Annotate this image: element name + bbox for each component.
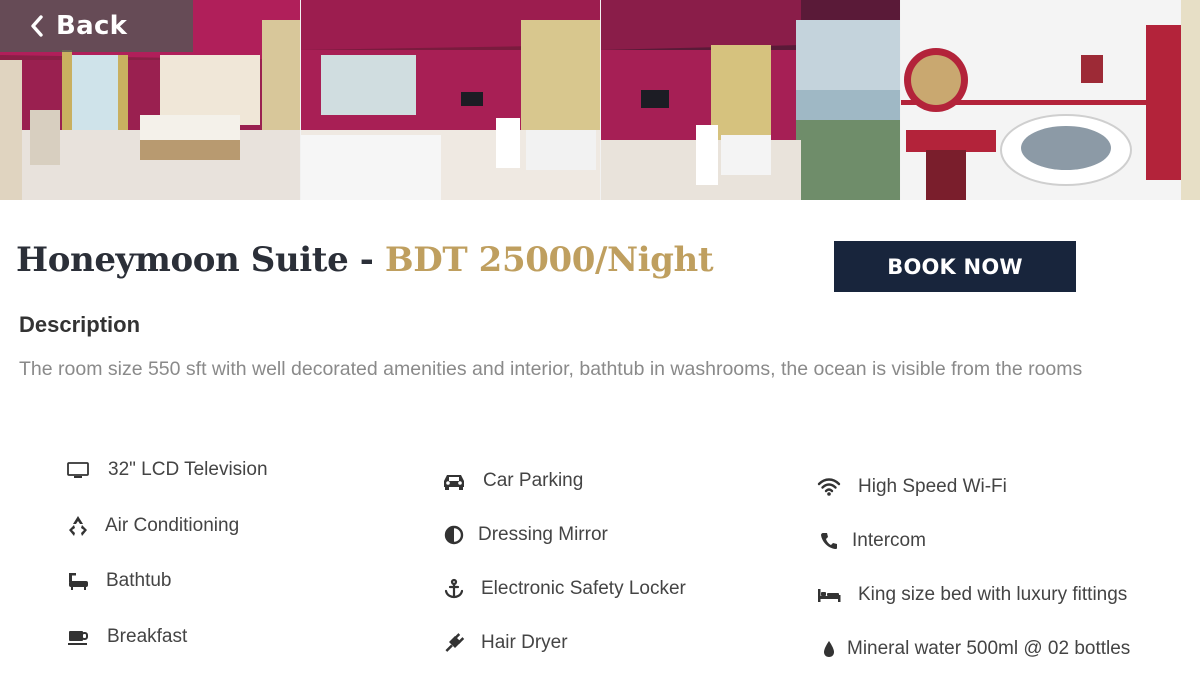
- amenity-label: Intercom: [852, 530, 926, 551]
- bathtub-icon: [66, 569, 90, 593]
- amenity-label: Air Conditioning: [105, 515, 240, 536]
- bed-icon: [817, 583, 841, 607]
- book-now-button[interactable]: BOOK NOW: [834, 241, 1076, 292]
- room-price: BDT 25000/Night: [384, 240, 714, 280]
- amenity-item: Car Parking: [442, 467, 583, 495]
- water-drop-icon: [817, 637, 841, 661]
- room-name: Honeymoon Suite: [16, 240, 349, 280]
- amenity-label: Bathtub: [106, 570, 172, 591]
- amenity-item: Dressing Mirror: [442, 521, 608, 549]
- wifi-icon: [817, 475, 841, 499]
- amenity-label: Mineral water 500ml @ 02 bottles: [847, 638, 1131, 659]
- amenity-label: Electronic Safety Locker: [481, 578, 686, 599]
- amenity-item: Mineral water 500ml @ 02 bottles: [817, 635, 1130, 663]
- description-text: The room size 550 sft with well decorate…: [19, 358, 1083, 380]
- tv-icon: [66, 458, 90, 482]
- recycle-icon: [66, 514, 90, 538]
- anchor-icon: [442, 577, 466, 601]
- car-icon: [442, 469, 466, 493]
- amenity-item: High Speed Wi-Fi: [817, 473, 1007, 501]
- phone-icon: [817, 529, 841, 553]
- amenity-item: Bathtub: [66, 567, 172, 595]
- back-label: Back: [56, 11, 128, 41]
- half-circle-icon: [442, 523, 466, 547]
- amenity-item: King size bed with luxury fittings: [817, 581, 1127, 609]
- amenity-item: 32" LCD Television: [66, 456, 268, 484]
- amenity-label: Hair Dryer: [481, 632, 568, 653]
- back-button[interactable]: Back: [0, 0, 193, 52]
- coffee-cup-icon: [66, 625, 90, 649]
- amenity-item: Electronic Safety Locker: [442, 575, 686, 603]
- living-area-photo[interactable]: [300, 0, 600, 200]
- bathroom-photo[interactable]: [900, 0, 1200, 200]
- amenity-item: Hair Dryer: [442, 629, 568, 657]
- title-separator: -: [359, 240, 374, 280]
- amenity-item: Air Conditioning: [66, 512, 239, 540]
- balcony-view-photo[interactable]: [600, 0, 900, 200]
- description-heading: Description: [19, 312, 141, 337]
- amenity-label: 32" LCD Television: [108, 459, 268, 480]
- room-title: Honeymoon Suite - BDT 25000/Night: [16, 240, 714, 288]
- amenity-label: King size bed with luxury fittings: [858, 584, 1128, 605]
- chevron-left-icon: [31, 15, 43, 37]
- amenity-item: Breakfast: [66, 623, 187, 651]
- amenity-label: Car Parking: [483, 470, 584, 491]
- amenity-label: Breakfast: [107, 626, 188, 647]
- amenity-label: Dressing Mirror: [478, 524, 608, 545]
- amenity-item: Intercom: [817, 527, 926, 555]
- amenity-label: High Speed Wi-Fi: [858, 476, 1007, 497]
- plug-icon: [442, 631, 466, 655]
